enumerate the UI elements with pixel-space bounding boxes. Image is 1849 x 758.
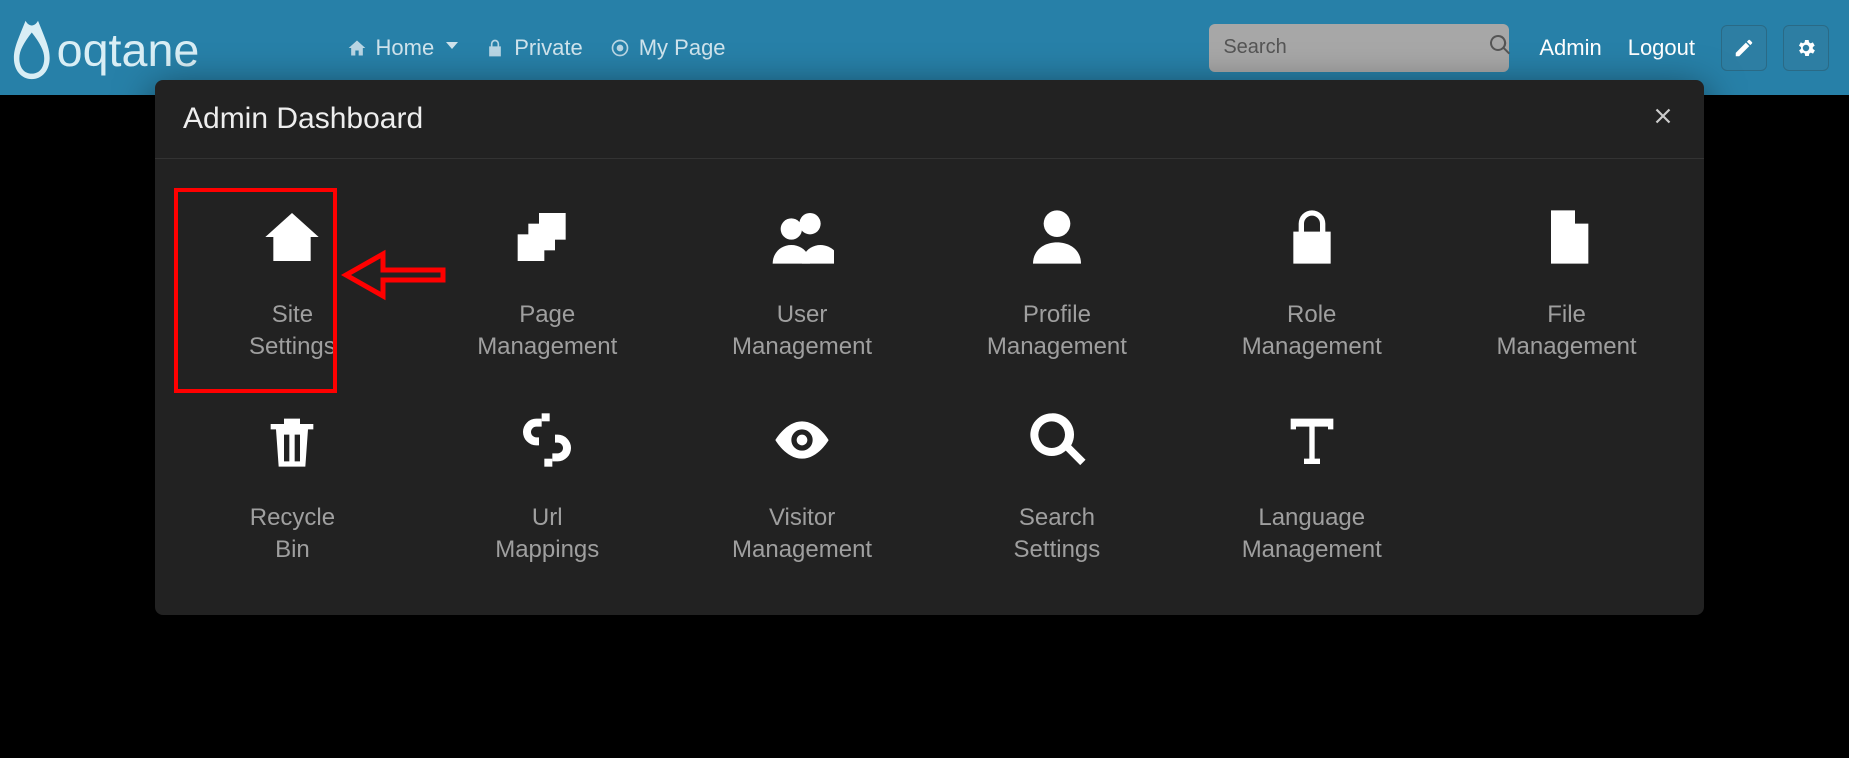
admin-dashboard-modal: Admin Dashboard Site Settings Page Manag… [155, 80, 1704, 615]
modal-header: Admin Dashboard [155, 80, 1704, 159]
tile-user-management[interactable]: User Management [675, 179, 930, 382]
top-links: Admin Logout [1539, 25, 1829, 71]
dashboard-grid: Site Settings Page Management User Manag… [155, 159, 1704, 585]
admin-link[interactable]: Admin [1539, 35, 1601, 61]
tile-url-mappings[interactable]: Url Mappings [420, 382, 675, 585]
tile-label: Page Management [477, 299, 617, 364]
tile-visitor-management[interactable]: Visitor Management [675, 382, 930, 585]
random-icon [507, 400, 587, 480]
pencil-icon [1733, 37, 1755, 59]
brand-logo[interactable]: oqtane [10, 13, 306, 83]
chevron-down-icon [446, 42, 458, 49]
tile-label: Role Management [1242, 299, 1382, 364]
search-icon[interactable] [1488, 33, 1512, 62]
nav-mypage-label: My Page [639, 35, 726, 61]
lock-icon [484, 37, 506, 59]
tile-page-management[interactable]: Page Management [420, 179, 675, 382]
tile-recycle-bin[interactable]: Recycle Bin [165, 382, 420, 585]
tile-label: Url Mappings [495, 502, 599, 567]
nav-private-label: Private [514, 35, 582, 61]
tile-label: Language Management [1242, 502, 1382, 567]
tile-label: User Management [732, 299, 872, 364]
lock-icon [1272, 197, 1352, 277]
tile-label: File Management [1497, 299, 1637, 364]
logout-link[interactable]: Logout [1628, 35, 1695, 61]
tile-profile-management[interactable]: Profile Management [929, 179, 1184, 382]
close-button[interactable] [1650, 103, 1676, 136]
tile-file-management[interactable]: File Management [1439, 179, 1694, 382]
tile-label: Recycle Bin [250, 502, 335, 567]
home-icon [346, 37, 368, 59]
edit-button[interactable] [1721, 25, 1767, 71]
file-icon [1527, 197, 1607, 277]
target-icon [609, 37, 631, 59]
eye-icon [762, 400, 842, 480]
nav-private[interactable]: Private [474, 29, 592, 67]
modal-title: Admin Dashboard [183, 102, 423, 136]
text-icon [1272, 400, 1352, 480]
tile-label: Visitor Management [732, 502, 872, 567]
settings-button[interactable] [1783, 25, 1829, 71]
gear-icon [1795, 37, 1817, 59]
tile-site-settings[interactable]: Site Settings [165, 179, 420, 382]
trash-icon [252, 400, 332, 480]
search-box[interactable] [1209, 24, 1509, 72]
home-icon [252, 197, 332, 277]
nav-mypage[interactable]: My Page [599, 29, 736, 67]
tile-role-management[interactable]: Role Management [1184, 179, 1439, 382]
tile-label: Profile Management [987, 299, 1127, 364]
users-icon [762, 197, 842, 277]
nav-home-label: Home [376, 35, 435, 61]
tile-search-settings[interactable]: Search Settings [929, 382, 1184, 585]
magnifier-icon [1017, 400, 1097, 480]
main-nav: Home Private My Page [336, 29, 736, 67]
tile-label: Search Settings [1014, 502, 1101, 567]
layers-icon [507, 197, 587, 277]
tile-language-management[interactable]: Language Management [1184, 382, 1439, 585]
svg-text:oqtane: oqtane [57, 23, 200, 75]
search-input[interactable] [1223, 36, 1488, 59]
close-icon [1650, 103, 1676, 129]
tile-label: Site Settings [249, 299, 336, 364]
user-icon [1017, 197, 1097, 277]
nav-home[interactable]: Home [336, 29, 469, 67]
